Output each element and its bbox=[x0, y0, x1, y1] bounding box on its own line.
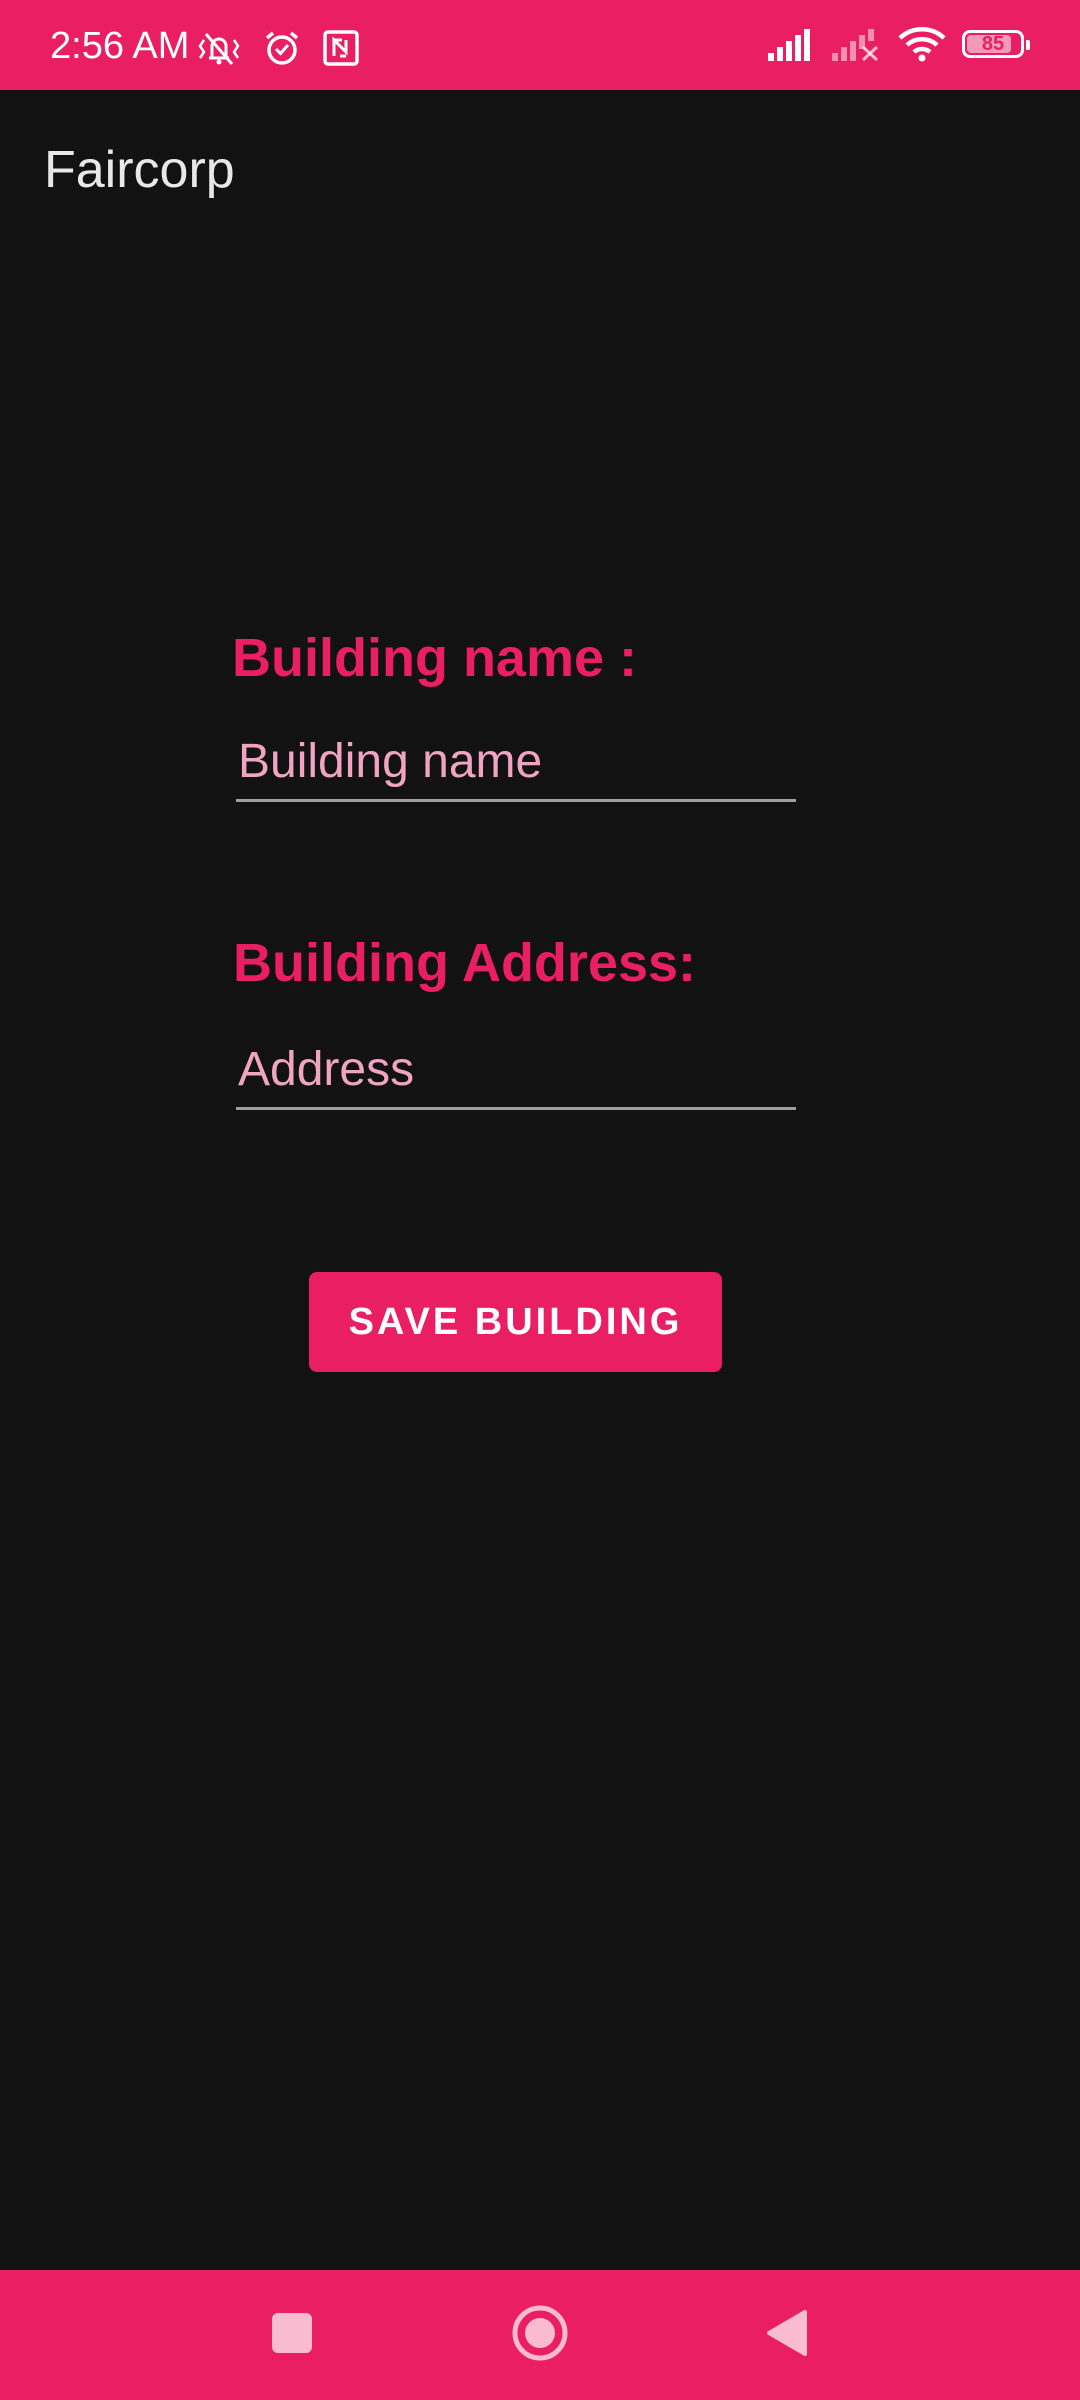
nfc-icon bbox=[322, 28, 360, 68]
alarm-icon bbox=[262, 28, 302, 68]
back-icon bbox=[765, 2308, 809, 2363]
wifi-icon bbox=[898, 26, 946, 62]
app-title: Faircorp bbox=[44, 141, 235, 199]
battery-icon: 85 bbox=[962, 30, 1030, 58]
recents-button[interactable] bbox=[252, 2300, 332, 2370]
screen: 2:56 AM 85 Faircorp Building name: Buil… bbox=[0, 0, 1080, 2400]
back-button[interactable] bbox=[747, 2300, 827, 2370]
home-button[interactable] bbox=[500, 2300, 580, 2370]
status-right-icons: 85 bbox=[766, 26, 1030, 62]
home-icon bbox=[511, 2304, 569, 2367]
building-name-label: Building name : bbox=[232, 628, 637, 688]
vibrate-silent-icon bbox=[196, 28, 242, 68]
recents-icon bbox=[270, 2311, 314, 2360]
building-address-input[interactable] bbox=[236, 1032, 796, 1110]
status-time: 2:56 AM bbox=[50, 25, 190, 67]
navigation-bar bbox=[0, 2270, 1080, 2400]
cell-signal-icon bbox=[766, 27, 814, 61]
save-building-button[interactable]: SAVE BUILDING bbox=[309, 1272, 722, 1372]
status-bar: 2:56 AM 85 bbox=[0, 0, 1080, 90]
status-left-icons bbox=[196, 28, 360, 68]
building-address-label: Building Address: bbox=[233, 933, 697, 993]
cell-signal-no-service-icon bbox=[830, 27, 882, 61]
battery-level: 85 bbox=[981, 33, 1005, 55]
building-name-input[interactable] bbox=[236, 724, 796, 802]
